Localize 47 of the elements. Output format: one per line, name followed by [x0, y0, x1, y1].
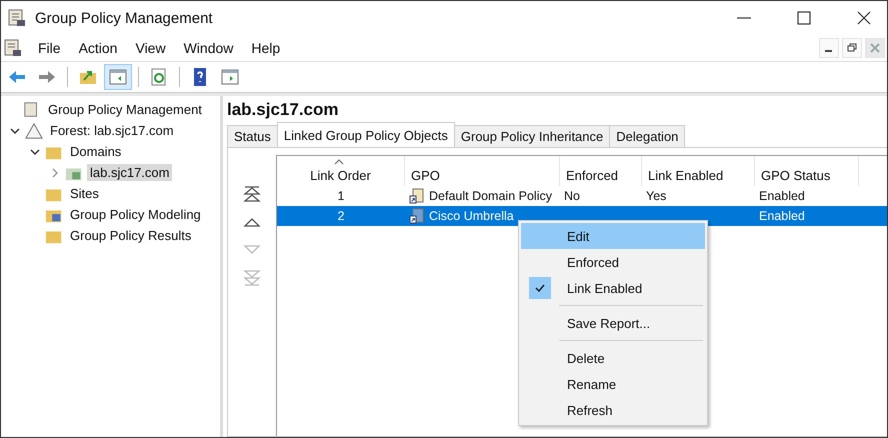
- tab[interactable]: Delegation: [609, 125, 686, 147]
- tree-item[interactable]: Sites: [67, 185, 102, 202]
- tree-item[interactable]: Forest: lab.sjc17.com: [47, 122, 177, 139]
- move-top-icon[interactable]: [243, 185, 261, 203]
- table-cell: Enabled: [759, 209, 805, 223]
- table-cell: Default Domain Policy: [429, 189, 552, 203]
- menu-item[interactable]: Window: [174, 40, 242, 56]
- panel-heading: lab.sjc17.com: [227, 99, 340, 121]
- console-icon: [7, 8, 27, 28]
- menu-item[interactable]: Save Report...: [567, 316, 650, 330]
- table-cell: Yes: [646, 189, 666, 203]
- menu-item[interactable]: Action: [70, 40, 126, 56]
- gpo-link-icon: [409, 188, 425, 204]
- menu-item[interactable]: Edit: [567, 228, 590, 244]
- menu-item[interactable]: Enforced: [567, 254, 620, 270]
- menu-item[interactable]: Link Enabled: [567, 280, 642, 296]
- tree-item[interactable]: Domains: [67, 143, 124, 160]
- menu-item[interactable]: Delete: [567, 350, 605, 366]
- column-header[interactable]: GPO: [405, 156, 560, 186]
- tab[interactable]: Status: [227, 125, 278, 147]
- tree-item[interactable]: Group Policy Results: [67, 227, 194, 244]
- menu-item[interactable]: View: [126, 40, 175, 56]
- menu-item[interactable]: Help: [242, 40, 290, 56]
- checkmark-icon: [534, 282, 546, 294]
- tab[interactable]: Group Policy Inheritance: [454, 125, 610, 147]
- column-header[interactable]: Enforced: [560, 156, 642, 186]
- triangle-icon: [25, 122, 43, 140]
- tree-item[interactable]: Group Policy Management: [45, 101, 205, 118]
- table-cell: 2: [338, 209, 344, 223]
- table-cell: 1: [338, 189, 344, 203]
- window-title: Group Policy Management: [35, 10, 213, 26]
- table-cell: Cisco Umbrella: [429, 209, 514, 223]
- column-header[interactable]: Link Order: [277, 156, 405, 186]
- console-icon: [3, 38, 23, 58]
- minimize-icon[interactable]: [819, 38, 839, 58]
- tree-item[interactable]: Group Policy Modeling: [67, 206, 204, 223]
- tree-item[interactable]: lab.sjc17.com: [87, 164, 172, 181]
- menu-item[interactable]: Refresh: [567, 402, 613, 418]
- column-header[interactable]: GPO Status: [755, 156, 859, 186]
- column-header[interactable]: Link Enabled: [642, 156, 755, 186]
- table-cell: Enabled: [759, 189, 805, 203]
- menu-item[interactable]: File: [29, 40, 70, 56]
- pane-icon[interactable]: [104, 64, 132, 90]
- table-cell: No: [564, 189, 580, 203]
- restore-icon[interactable]: [842, 38, 862, 58]
- gpo-link-icon: [409, 208, 425, 224]
- menu-item[interactable]: Rename: [567, 376, 616, 392]
